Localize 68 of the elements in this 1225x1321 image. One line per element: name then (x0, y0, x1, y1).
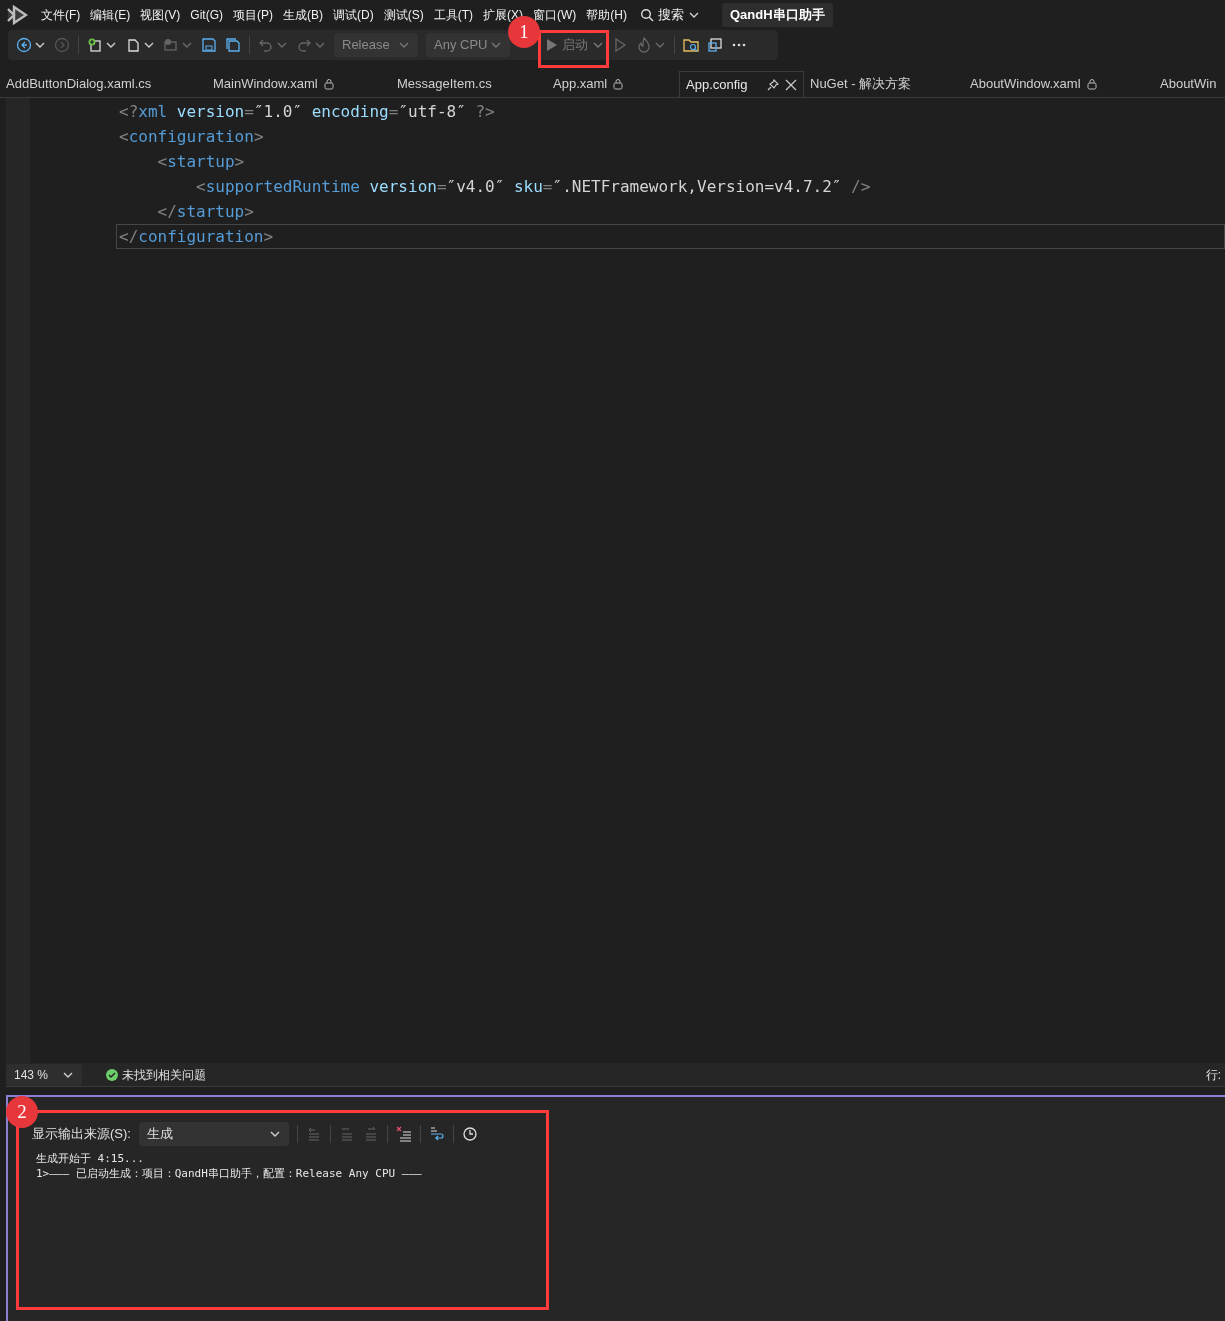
output-source-label: 显示输出来源(S): (32, 1125, 131, 1144)
undo-icon (258, 37, 274, 53)
code-line: <startup> (156, 151, 246, 173)
save-icon (201, 37, 217, 53)
save-all-button[interactable] (225, 37, 241, 53)
word-wrap-icon[interactable] (428, 1126, 445, 1142)
clock-icon[interactable] (461, 1126, 478, 1142)
editor-tab[interactable]: AboutWin (1154, 71, 1225, 97)
menu-item[interactable]: 项目(P) (228, 6, 278, 24)
window-button[interactable] (707, 37, 723, 53)
zoom-dropdown[interactable]: 143 % (6, 1063, 83, 1086)
line-indicator: 行: (1205, 1066, 1222, 1084)
undo-button[interactable] (258, 37, 288, 53)
code-line: <configuration> (118, 126, 265, 148)
play-icon (546, 38, 558, 52)
add-item-icon (163, 37, 179, 53)
platform-dropdown[interactable]: Any CPU (426, 33, 510, 57)
redo-button[interactable] (296, 37, 326, 53)
editor-tab[interactable]: NuGet - 解决方案 (804, 71, 964, 97)
menu-item[interactable]: 生成(B) (278, 6, 328, 24)
save-all-icon (225, 37, 241, 53)
code-line: <?xml version=″1.0″ encoding=″utf-8″ ?> (118, 101, 496, 123)
output-line: 1>——— 已启动生成：项目：QandH串口助手，配置：Release Any CPU ——— (36, 1166, 423, 1181)
pin-icon[interactable] (767, 78, 779, 91)
editor-tab[interactable]: MessageItem.cs (391, 71, 547, 97)
solution-name: QandH串口助手 (722, 3, 833, 27)
editor-tab[interactable]: MainWindow.xaml (207, 71, 391, 97)
play-outline-button[interactable] (612, 37, 628, 53)
play-outline-icon (612, 37, 628, 53)
search-icon (640, 8, 654, 22)
menu-item[interactable]: 视图(V) (135, 6, 186, 24)
redo-icon (296, 37, 312, 53)
code-line: <supportedRuntime version=″v4.0″ sku=″.NETFramework,Version=v4.7.2″ /> (195, 176, 872, 198)
highlight-frame (538, 30, 609, 68)
issues-status: 未找到相关问题 (122, 1066, 207, 1084)
code-line: </startup> (156, 201, 255, 223)
new-project-button[interactable] (87, 37, 117, 53)
menu-item[interactable]: 窗口(W) (528, 6, 582, 24)
configuration-dropdown[interactable]: Release (334, 33, 418, 57)
output-source-dropdown[interactable]: 生成 (138, 1122, 289, 1146)
document-button[interactable] (125, 37, 155, 53)
app-logo-icon (6, 5, 28, 25)
menu-item[interactable]: 调试(D) (328, 6, 379, 24)
close-icon[interactable] (785, 78, 797, 91)
check-circle-icon (106, 1068, 119, 1081)
editor-tab[interactable]: App.xaml (547, 71, 679, 97)
folder-search-button[interactable] (683, 37, 699, 53)
search-menu[interactable]: 搜索 (632, 5, 708, 25)
save-button[interactable] (201, 37, 217, 53)
editor-tab[interactable]: AboutWindow.xaml (964, 71, 1154, 97)
menu-item[interactable]: Git(G) (185, 6, 228, 24)
back-arrow-button[interactable] (16, 37, 46, 53)
menu-item[interactable]: 编辑(E) (85, 6, 136, 24)
flame-button[interactable] (636, 37, 666, 53)
menu-item[interactable]: 工具(T) (428, 6, 478, 24)
output-line: 生成开始于 4:15... (36, 1151, 145, 1166)
folder-search-icon (683, 37, 699, 53)
editor-tab[interactable]: AddButtonDialog.xaml.cs (0, 71, 207, 97)
clear-all-icon[interactable] (395, 1126, 412, 1142)
menu-item[interactable]: 帮助(H) (581, 6, 632, 24)
document-icon (125, 37, 141, 53)
menu-item[interactable]: 文件(F) (36, 6, 86, 24)
window-icon (707, 37, 723, 53)
menu-item[interactable]: 测试(S) (378, 6, 429, 24)
add-item-button[interactable] (163, 37, 193, 53)
new-project-icon (87, 37, 103, 53)
editor-tab[interactable]: App.config (679, 71, 804, 97)
flame-icon (636, 37, 652, 53)
